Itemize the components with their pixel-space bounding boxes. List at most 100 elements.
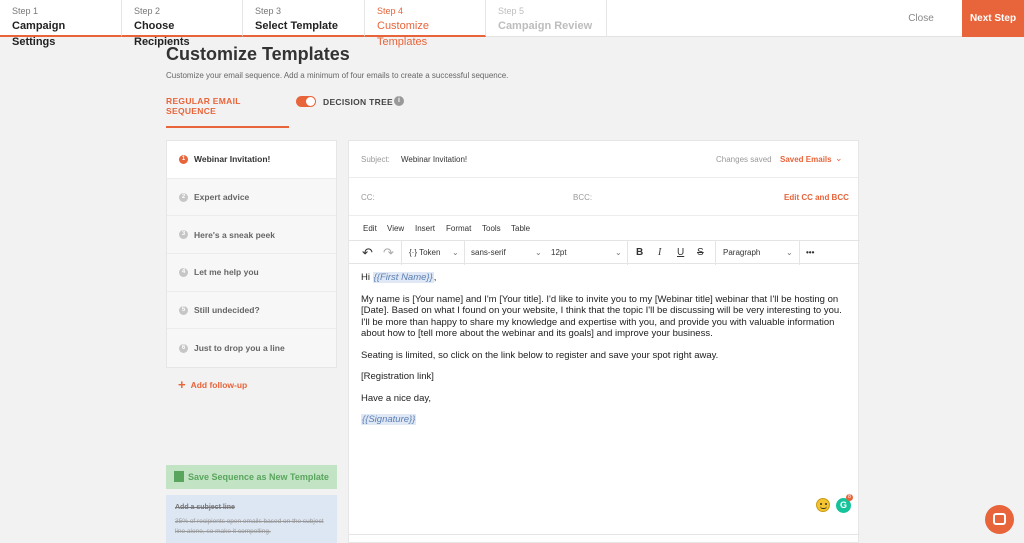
email-item[interactable]: 6 Just to drop you a line <box>167 329 336 368</box>
email-number-badge: 3 <box>179 230 188 240</box>
info-icon[interactable]: i <box>394 96 404 106</box>
block-format-select[interactable]: Paragraph <box>723 246 760 260</box>
cc-row: CC: BCC: Edit CC and BCC <box>349 178 860 216</box>
email-name: Webinar Invitation! <box>194 154 271 165</box>
underline-button[interactable]: U <box>677 246 684 260</box>
font-family-select[interactable]: sans-serif <box>471 246 506 260</box>
email-number-badge: 4 <box>179 267 188 277</box>
step-name: Customize Templates <box>377 20 429 48</box>
step-name: Select Template <box>255 20 338 32</box>
greeting-text: Hi <box>361 272 373 283</box>
tab-decision-tree[interactable]: DECISION TREE <box>323 97 393 107</box>
saved-emails-dropdown[interactable]: Saved Emails <box>780 155 832 164</box>
step-number: Step 2 <box>134 6 161 16</box>
cc-field[interactable]: CC: <box>361 193 375 202</box>
signature-token[interactable]: {{Signature}} <box>361 414 417 425</box>
body-paragraph: My name is [Your name] and I'm [Your tit… <box>361 293 842 340</box>
plus-icon: + <box>178 377 186 392</box>
email-sequence-list: 1 Webinar Invitation! 2 Expert advice 3 … <box>166 140 337 369</box>
step-name: Campaign Settings <box>12 20 66 48</box>
add-follow-up-button[interactable]: + Add follow-up <box>178 377 247 392</box>
toolbar-divider <box>799 241 800 265</box>
step-number: Step 4 <box>377 6 404 16</box>
chat-launcher-button[interactable] <box>985 505 1014 534</box>
chevron-down-icon[interactable]: ⌄ <box>835 153 843 164</box>
signature-line: {{Signature}} <box>361 414 851 426</box>
italic-button[interactable]: I <box>658 246 661 260</box>
email-name: Here's a sneak peek <box>194 229 275 240</box>
toolbar-divider <box>464 241 465 265</box>
body-paragraph: Have a nice day, <box>361 392 432 404</box>
email-number-badge: 5 <box>179 305 188 315</box>
email-name: Expert advice <box>194 192 250 203</box>
menu-insert[interactable]: Insert <box>415 224 435 233</box>
font-size-select[interactable]: 12pt <box>551 246 567 260</box>
email-number-badge: 6 <box>179 343 188 353</box>
editor-toolbar: ↶ ↷ {·} Token ⌄ sans-serif ⌄ 12pt ⌄ B I … <box>349 240 860 265</box>
undo-icon[interactable]: ↶ <box>362 246 373 260</box>
bcc-field[interactable]: BCC: <box>573 193 592 202</box>
step-4[interactable]: Step 4 Customize Templates <box>365 0 486 48</box>
save-sequence-label: Save Sequence as New Template <box>188 472 329 482</box>
token-dropdown[interactable]: {·} Token <box>409 246 440 260</box>
toolbar-divider <box>715 241 716 265</box>
email-item[interactable]: 5 Still undecided? <box>167 291 336 330</box>
page-title: Customize Templates <box>166 44 350 64</box>
grammarly-count-badge: 8 <box>846 494 853 501</box>
menu-format[interactable]: Format <box>446 224 471 233</box>
menu-edit[interactable]: Edit <box>363 224 377 233</box>
email-number-badge: 2 <box>179 192 188 202</box>
email-item[interactable]: 3 Here's a sneak peek <box>167 216 336 255</box>
step-3[interactable]: Step 3 Select Template <box>243 0 365 37</box>
tip-text: 35% of recipients open emails based on t… <box>175 518 324 535</box>
email-body[interactable]: Hi {{First Name}}, My name is [Your name… <box>361 272 851 436</box>
email-name: Let me help you <box>194 267 259 278</box>
menu-view[interactable]: View <box>387 224 404 233</box>
subject-label: Subject: <box>361 155 390 164</box>
chat-icon <box>993 513 1006 525</box>
chevron-down-icon[interactable]: ⌄ <box>615 246 622 260</box>
changes-saved-status: Changes saved <box>716 155 772 164</box>
step-2[interactable]: Step 2 Choose Recipients <box>122 0 243 48</box>
chevron-down-icon[interactable]: ⌄ <box>535 246 542 260</box>
sequence-mode-toggle[interactable] <box>296 96 316 107</box>
edit-cc-bcc-button[interactable]: Edit CC and BCC <box>784 193 849 202</box>
tab-regular-email-sequence[interactable]: REGULAR EMAIL SEQUENCE <box>166 96 289 128</box>
email-editor: Subject: Webinar Invitation! Changes sav… <box>348 140 860 543</box>
step-1[interactable]: Step 1 Campaign Settings <box>0 0 122 48</box>
email-name: Still undecided? <box>194 305 260 316</box>
email-item[interactable]: 1 Webinar Invitation! <box>167 141 336 179</box>
greeting-line: Hi {{First Name}}, <box>361 272 851 284</box>
more-options-icon[interactable]: ••• <box>806 246 814 260</box>
greeting-end: , <box>433 272 437 283</box>
subject-input[interactable]: Webinar Invitation! <box>401 155 467 164</box>
email-number-badge: 1 <box>179 154 188 164</box>
strikethrough-button[interactable]: S <box>697 246 704 260</box>
first-name-token[interactable]: {{First Name}} <box>372 272 434 283</box>
bold-button[interactable]: B <box>636 246 643 260</box>
next-step-button[interactable]: Next Step <box>962 0 1024 37</box>
toolbar-divider <box>401 241 402 265</box>
toggle-knob <box>306 97 315 106</box>
tip-box: Add a subject line 35% of recipients ope… <box>166 495 337 543</box>
chevron-down-icon[interactable]: ⌄ <box>452 246 459 260</box>
email-name: Just to drop you a line <box>194 343 285 354</box>
editor-divider <box>349 534 860 535</box>
close-button[interactable]: Close <box>880 0 962 37</box>
save-sequence-button[interactable]: Save Sequence as New Template <box>166 465 337 489</box>
body-paragraph: Seating is limited, so click on the link… <box>361 349 719 361</box>
email-item[interactable]: 4 Let me help you <box>167 254 336 292</box>
redo-icon[interactable]: ↷ <box>383 246 394 260</box>
step-name: Campaign Review <box>498 20 593 32</box>
menu-tools[interactable]: Tools <box>482 224 501 233</box>
email-item[interactable]: 2 Expert advice <box>167 178 336 217</box>
menu-table[interactable]: Table <box>511 224 530 233</box>
steps-bar: Step 1 Campaign Settings Step 2 Choose R… <box>0 0 1024 48</box>
editor-menubar: Edit View Insert Format Tools Table <box>349 224 860 240</box>
step-5[interactable]: Step 5 Campaign Review <box>486 0 607 37</box>
step-number: Step 1 <box>12 6 39 16</box>
emoji-icon[interactable] <box>816 498 830 512</box>
add-follow-up-label: Add follow-up <box>190 380 248 390</box>
chevron-down-icon[interactable]: ⌄ <box>786 246 793 260</box>
page-subtitle: Customize your email sequence. Add a min… <box>166 71 509 80</box>
